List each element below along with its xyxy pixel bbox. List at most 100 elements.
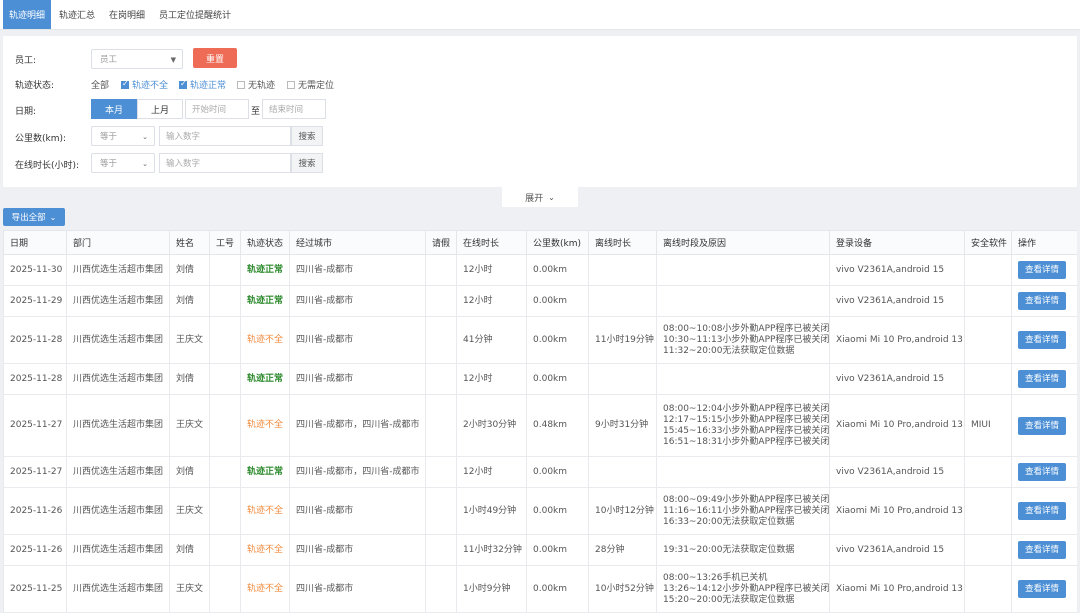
department-cell: 川西优选生活超市集团 (66, 363, 170, 395)
tab-onduty-detail[interactable]: 在岗明细 (103, 0, 151, 29)
checkbox-unchecked-icon[interactable] (237, 80, 245, 89)
action-cell: 查看详情 (1011, 316, 1077, 364)
action-cell: 查看详情 (1011, 487, 1077, 535)
view-detail-button[interactable]: 查看详情 (1018, 541, 1066, 559)
km-cell: 0.00km (526, 456, 589, 488)
tab-location-reminder-stats[interactable]: 员工定位提醒统计 (153, 0, 237, 29)
offline-reasons-cell: 08:00~13:26手机已关机 13:26~14:12小步外勤APP程序已被关闭… (656, 565, 830, 613)
online-input[interactable]: 输入数字 (159, 153, 291, 173)
expand-label: 展开 (525, 193, 544, 204)
online-operator-select[interactable]: 等于 ⌄ (91, 153, 155, 173)
expand-filters-button[interactable]: 展开 ⌄ (502, 187, 578, 207)
view-detail-button[interactable]: 查看详情 (1018, 580, 1066, 598)
offline-duration-cell (588, 254, 657, 286)
online-search-button[interactable]: 搜索 (291, 153, 323, 173)
km-operator-select[interactable]: 等于 ⌄ (91, 126, 155, 146)
action-cell: 查看详情 (1011, 285, 1077, 317)
date-range-separator: 至 (251, 107, 261, 117)
cities-cell: 四川省-成都市 (289, 565, 426, 613)
offline-reason-line: 15:20~20:00无法获取定位数据 (663, 594, 795, 605)
view-detail-button[interactable]: 查看详情 (1018, 292, 1066, 310)
track-status-cell: 轨迹不全 (240, 487, 290, 535)
employee-id-cell (209, 254, 241, 286)
employee-select-placeholder: 员工 (100, 55, 118, 65)
security-software-cell (964, 254, 1012, 286)
column-header: 请假 (425, 230, 457, 255)
table-row: 2025-11-27 川西优选生活超市集团 刘倩 轨迹正常 四川省-成都市，四川省-成都… (3, 456, 1077, 488)
cities-cell: 四川省-成都市 (289, 363, 426, 395)
column-header: 在线时长 (456, 230, 527, 255)
date-cell: 2025-11-25 (3, 565, 67, 613)
date-cell: 2025-11-26 (3, 534, 67, 566)
status-option-incomplete[interactable]: 轨迹不全 (121, 78, 168, 91)
chevron-down-icon: ⌄ (548, 192, 555, 202)
checkbox-unchecked-icon[interactable] (287, 80, 295, 89)
leave-cell (425, 363, 457, 395)
department-cell: 川西优选生活超市集团 (66, 487, 170, 535)
employee-id-cell (209, 363, 241, 395)
name-cell: 刘倩 (169, 285, 210, 317)
leave-cell (425, 565, 457, 613)
table-row: 2025-11-28 川西优选生活超市集团 王庆文 轨迹不全 四川省-成都市 41分钟 0.… (3, 316, 1077, 364)
export-all-button[interactable]: 导出全部 ⌄ (3, 208, 65, 226)
offline-duration-cell: 11小时19分钟 (588, 316, 657, 364)
km-cell: 0.00km (526, 487, 589, 535)
column-header: 登录设备 (829, 230, 965, 255)
employee-select[interactable]: 员工 ▼ (91, 49, 183, 69)
login-device-cell: Xiaomi Mi 10 Pro,android 13 (829, 487, 965, 535)
track-status-cell: 轨迹正常 (240, 363, 290, 395)
date-end-input[interactable]: 结束时间 (262, 99, 326, 119)
status-option-none[interactable]: 无轨迹 (237, 78, 275, 91)
action-cell: 查看详情 (1011, 534, 1077, 566)
offline-reason-line: 08:00~09:49小步外勤APP程序已被关闭 (663, 494, 830, 505)
offline-reasons-cell (656, 285, 830, 317)
column-header: 部门 (66, 230, 170, 255)
status-option-no-locate[interactable]: 无需定位 (287, 78, 334, 91)
action-cell: 查看详情 (1011, 254, 1077, 286)
view-detail-button[interactable]: 查看详情 (1018, 502, 1066, 520)
status-all-option[interactable]: 全部 (91, 78, 109, 91)
date-start-input[interactable]: 开始时间 (185, 99, 249, 119)
km-cell: 0.00km (526, 534, 589, 566)
column-header: 经过城市 (289, 230, 426, 255)
column-header: 工号 (209, 230, 241, 255)
online-duration-cell: 12小时 (456, 363, 527, 395)
login-device-cell: Xiaomi Mi 10 Pro,android 13 (829, 316, 965, 364)
km-search-button[interactable]: 搜索 (291, 126, 323, 146)
view-detail-button[interactable]: 查看详情 (1018, 463, 1066, 481)
track-status-cell: 轨迹正常 (240, 254, 290, 286)
date-cell: 2025-11-27 (3, 456, 67, 488)
this-month-button[interactable]: 本月 (91, 99, 137, 119)
track-status-cell: 轨迹正常 (240, 456, 290, 488)
caret-down-icon: ▼ (170, 56, 176, 64)
tab-track-summary[interactable]: 轨迹汇总 (53, 0, 101, 29)
department-cell: 川西优选生活超市集团 (66, 285, 170, 317)
view-detail-button[interactable]: 查看详情 (1018, 370, 1066, 388)
status-option-normal[interactable]: 轨迹正常 (179, 78, 226, 91)
employee-id-cell (209, 534, 241, 566)
view-detail-button[interactable]: 查看详情 (1018, 331, 1066, 349)
km-cell: 0.00km (526, 565, 589, 613)
offline-reasons-cell (656, 254, 830, 286)
table-row: 2025-11-26 川西优选生活超市集团 刘倩 轨迹不全 四川省-成都市 11小时32分… (3, 534, 1077, 566)
view-detail-button[interactable]: 查看详情 (1018, 261, 1066, 279)
offline-duration-cell: 10小时52分钟 (588, 565, 657, 613)
tab-track-detail[interactable]: 轨迹明细 (3, 0, 52, 29)
reset-button[interactable]: 重置 (193, 48, 237, 68)
km-input[interactable]: 输入数字 (159, 126, 291, 146)
online-duration-cell: 2小时30分钟 (456, 394, 527, 457)
action-cell: 查看详情 (1011, 394, 1077, 457)
name-cell: 刘倩 (169, 456, 210, 488)
offline-duration-cell: 9小时31分钟 (588, 394, 657, 457)
checkbox-checked-icon[interactable] (121, 79, 129, 89)
online-operator-value: 等于 (100, 159, 118, 169)
offline-reasons-cell: 08:00~10:08小步外勤APP程序已被关闭 10:30~11:13小步外勤A… (656, 316, 830, 364)
online-duration-cell: 11小时32分钟 (456, 534, 527, 566)
date-cell: 2025-11-30 (3, 254, 67, 286)
view-detail-button[interactable]: 查看详情 (1018, 416, 1066, 435)
status-option-label: 轨迹不全 (132, 81, 169, 91)
last-month-button[interactable]: 上月 (137, 99, 183, 119)
checkbox-checked-icon[interactable] (179, 79, 187, 89)
offline-reason-line: 12:17~15:15小步外勤APP程序已被关闭 (663, 414, 830, 425)
table-row: 2025-11-30 川西优选生活超市集团 刘倩 轨迹正常 四川省-成都市 12小时 0.0… (3, 254, 1077, 286)
